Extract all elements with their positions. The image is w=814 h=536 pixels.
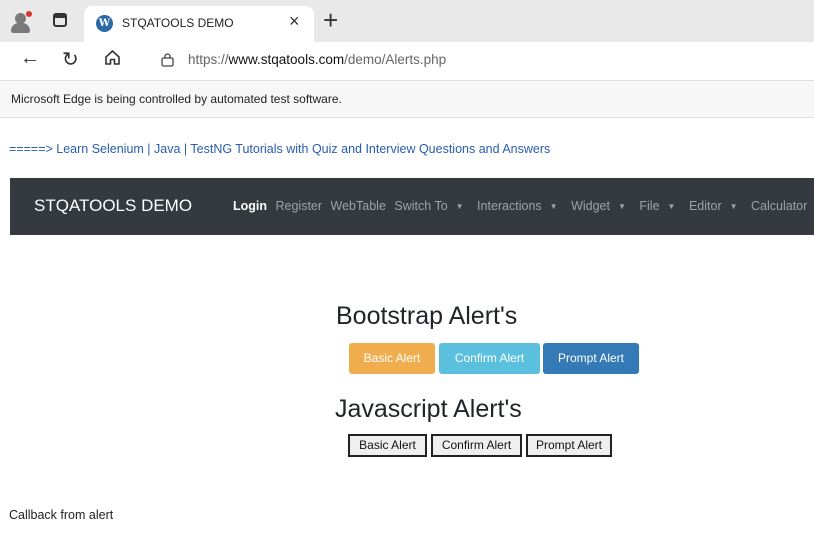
tab-actions-icon[interactable] — [53, 13, 67, 27]
js-confirm-alert-button[interactable]: Confirm Alert — [431, 434, 522, 457]
home-icon[interactable] — [104, 49, 120, 65]
caret-down-icon: ▼ — [549, 202, 558, 212]
nav-webtable[interactable]: WebTable — [331, 199, 386, 213]
address-bar-row: ← ↻ https://www.stqatools.com/demo/Alert… — [0, 42, 814, 78]
bootstrap-confirm-alert-button[interactable]: Confirm Alert — [439, 343, 540, 374]
nav-file[interactable]: File ▼ — [639, 199, 680, 213]
browser-tab[interactable]: W STQATOOLS DEMO × — [84, 6, 314, 42]
new-tab-button[interactable]: + — [323, 5, 338, 36]
site-navbar: STQATOOLS DEMO Login Register WebTable S… — [10, 178, 814, 235]
tab-close-button[interactable]: × — [289, 11, 300, 32]
callback-text: Callback from alert — [9, 508, 114, 522]
nav-register[interactable]: Register — [276, 199, 323, 213]
lock-icon[interactable] — [161, 53, 174, 67]
caret-down-icon: ▼ — [455, 202, 464, 212]
nav-widget[interactable]: Widget ▼ — [571, 199, 631, 213]
caret-down-icon: ▼ — [617, 202, 626, 212]
bootstrap-prompt-alert-button[interactable]: Prompt Alert — [543, 343, 639, 374]
nav-calculator[interactable]: Calculator — [751, 199, 807, 213]
back-icon[interactable]: ← — [20, 47, 40, 70]
nav-interactions[interactable]: Interactions ▼ — [477, 199, 563, 213]
js-basic-alert-button[interactable]: Basic Alert — [348, 434, 427, 457]
nav-login[interactable]: Login — [233, 199, 267, 213]
js-prompt-alert-button[interactable]: Prompt Alert — [526, 434, 612, 457]
nav-editor[interactable]: Editor ▼ — [689, 199, 743, 213]
javascript-alerts-heading: Javascript Alert's — [335, 395, 522, 423]
bootstrap-alerts-heading: Bootstrap Alert's — [336, 302, 518, 330]
url-field[interactable]: https://www.stqatools.com/demo/Alerts.ph… — [142, 46, 814, 74]
bootstrap-basic-alert-button[interactable]: Basic Alert — [349, 343, 435, 374]
tab-title: STQATOOLS DEMO — [122, 16, 234, 30]
nav-switch-to[interactable]: Switch To ▼ — [394, 199, 468, 213]
caret-down-icon: ▼ — [667, 202, 676, 212]
navbar-menu: Login Register WebTable Switch To ▼ Inter… — [233, 199, 812, 213]
infobar-text: Microsoft Edge is being controlled by au… — [11, 92, 342, 106]
url-text: https://www.stqatools.com/demo/Alerts.ph… — [188, 52, 447, 67]
profile-icon[interactable] — [10, 10, 33, 33]
reload-icon[interactable]: ↻ — [62, 47, 79, 72]
automation-infobar: Microsoft Edge is being controlled by au… — [0, 80, 814, 118]
navbar-brand[interactable]: STQATOOLS DEMO — [34, 196, 192, 216]
caret-down-icon: ▼ — [729, 202, 738, 212]
tutorials-link[interactable]: =====> Learn Selenium | Java | TestNG Tu… — [9, 142, 550, 156]
browser-tab-bar: W STQATOOLS DEMO × + — [0, 0, 814, 42]
wordpress-icon: W — [96, 15, 113, 32]
